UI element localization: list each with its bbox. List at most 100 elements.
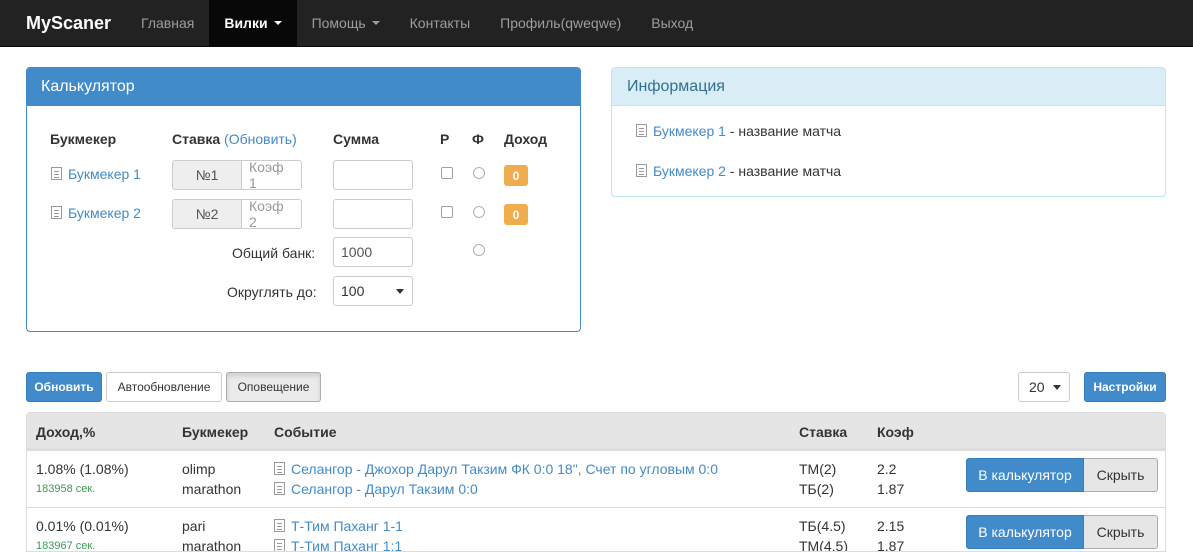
top-navbar: MyScaner Главная Вилки Помощь Контакты П… — [0, 0, 1193, 47]
round-select-value: 100 — [341, 283, 365, 299]
header-f: Ф — [472, 131, 484, 147]
info-item-1-text: - название матча — [725, 123, 842, 139]
to-calculator-button[interactable]: В калькулятор — [966, 515, 1084, 549]
event-link-1[interactable]: Селангор - Джохор Дарул Такзим ФК 0:0 18… — [291, 461, 718, 477]
bookmaker-1-link[interactable]: Букмекер 1 — [68, 166, 141, 182]
row-bookmaker-2: marathon — [182, 481, 242, 497]
col-stake[interactable]: Ставка — [799, 424, 847, 440]
chevron-down-icon — [396, 289, 404, 294]
brand-logo[interactable]: MyScaner — [0, 0, 126, 46]
stake-number-1: №1 — [172, 160, 242, 190]
total-bank-label: Общий банк: — [232, 245, 316, 261]
row-income: 0.01% (0.01%) — [36, 518, 129, 534]
sum-1-input[interactable] — [333, 160, 413, 190]
nav-help[interactable]: Помощь — [297, 0, 395, 46]
col-bookmaker[interactable]: Букмекер — [182, 424, 248, 440]
chevron-down-icon — [371, 21, 380, 25]
nav-logout[interactable]: Выход — [636, 0, 708, 46]
total-bank-input[interactable]: 1000 — [333, 237, 413, 267]
nav-help-label: Помощь — [311, 15, 366, 31]
nav-home[interactable]: Главная — [126, 0, 209, 46]
event-link-2[interactable]: Т-Тим Паханг 1:1 — [291, 538, 402, 551]
row-bookmaker-1: pari — [182, 518, 206, 534]
income-badge-2: 0 — [504, 204, 528, 225]
header-stake: Ставка (Обновить) — [172, 131, 297, 147]
nav-profile[interactable]: Профиль(qweqwe) — [485, 0, 636, 46]
document-icon — [636, 164, 647, 177]
col-event[interactable]: Событие — [274, 424, 337, 440]
income-badge-1: 0 — [504, 165, 528, 186]
page-size-value: 20 — [1029, 379, 1045, 395]
r-checkbox-2[interactable] — [441, 206, 453, 218]
hide-button[interactable]: Скрыть — [1084, 458, 1158, 492]
event-link-2[interactable]: Селангор - Дарул Такзим 0:0 — [291, 481, 478, 497]
coef-1-input[interactable]: Коэф 1 — [242, 159, 302, 191]
calc-row-2-bookmaker[interactable]: Букмекер 2 — [51, 205, 141, 221]
table-row: 1.08% (1.08%) 183958 сек. olimp marathon… — [27, 450, 1165, 507]
document-icon — [636, 124, 647, 137]
to-calculator-button[interactable]: В калькулятор — [966, 458, 1084, 492]
calc-row-1-bookmaker[interactable]: Букмекер 1 — [51, 166, 141, 182]
info-bookmaker-2-link[interactable]: Букмекер 2 — [653, 163, 726, 179]
row-stake-2: ТМ(4.5) — [799, 538, 848, 552]
header-income: Доход — [504, 131, 548, 147]
f-radio-bank[interactable] — [473, 244, 485, 256]
row-stake-1: ТМ(2) — [799, 461, 837, 477]
round-select[interactable]: 100 — [333, 276, 413, 306]
row-event-1[interactable]: Селангор - Джохор Дарул Такзим ФК 0:0 18… — [274, 461, 718, 477]
hide-button[interactable]: Скрыть — [1084, 515, 1158, 549]
nav-contacts[interactable]: Контакты — [395, 0, 485, 46]
document-icon — [274, 519, 285, 532]
header-r: Р — [440, 131, 450, 147]
info-item-1: Букмекер 1 - название матча — [636, 123, 841, 139]
info-bookmaker-1-link[interactable]: Букмекер 1 — [653, 123, 726, 139]
bookmaker-2-link[interactable]: Букмекер 2 — [68, 205, 141, 221]
document-icon — [51, 167, 62, 180]
document-icon — [51, 206, 62, 219]
row-stake-2: ТБ(2) — [799, 481, 834, 497]
row-seconds: 183958 сек. — [36, 483, 96, 495]
row-event-2[interactable]: Т-Тим Паханг 1:1 — [274, 538, 402, 551]
info-item-2: Букмекер 2 - название матча — [636, 163, 841, 179]
row-stake-1: ТБ(4.5) — [799, 518, 846, 534]
document-icon — [274, 482, 285, 495]
chevron-down-icon — [273, 21, 282, 25]
row-coef-2: 1.87 — [877, 538, 905, 552]
event-link-1[interactable]: Т-Тим Паханг 1-1 — [291, 518, 403, 534]
refresh-button[interactable]: Обновить — [26, 372, 102, 402]
info-title: Информация — [612, 68, 1165, 106]
chevron-down-icon — [1053, 385, 1061, 390]
row-income: 1.08% (1.08%) — [36, 461, 129, 477]
nav-forks[interactable]: Вилки — [209, 0, 297, 46]
forks-table: Доход,% Букмекер Событие Ставка Коэф 1.0… — [26, 412, 1166, 552]
header-bookmaker: Букмекер — [50, 131, 117, 147]
document-icon — [274, 539, 285, 551]
f-radio-1[interactable] — [473, 167, 485, 179]
sum-2-input[interactable] — [333, 199, 413, 229]
row-bookmaker-1: olimp — [182, 461, 216, 477]
page-size-select[interactable]: 20 — [1018, 372, 1070, 402]
header-stake-label: Ставка — [172, 131, 221, 147]
row-coef-1: 2.15 — [877, 518, 905, 534]
info-item-2-text: - название матча — [725, 163, 842, 179]
row-event-1[interactable]: Т-Тим Паханг 1-1 — [274, 518, 403, 534]
autorefresh-button[interactable]: Автообновление — [106, 372, 222, 402]
settings-button[interactable]: Настройки — [1084, 372, 1166, 402]
round-label: Округлять до: — [227, 284, 317, 300]
r-checkbox-1[interactable] — [441, 167, 453, 179]
row-bookmaker-2: marathon — [182, 538, 242, 552]
coef-2-input[interactable]: Коэф 2 — [242, 198, 302, 230]
info-panel: Информация Букмекер 1 - название матча Б… — [611, 67, 1166, 197]
col-income[interactable]: Доход,% — [36, 424, 95, 440]
refresh-stake-link[interactable]: (Обновить) — [224, 131, 297, 147]
row-coef-1: 2.2 — [877, 461, 897, 477]
col-coef[interactable]: Коэф — [877, 424, 914, 440]
table-row: 0.01% (0.01%) 183967 сек. pari marathon … — [27, 507, 1165, 552]
nav-contacts-label: Контакты — [409, 15, 471, 31]
notify-button[interactable]: Оповещение — [226, 372, 321, 402]
calculator-title: Калькулятор — [27, 68, 580, 106]
row-event-2[interactable]: Селангор - Дарул Такзим 0:0 — [274, 481, 478, 497]
table-header: Доход,% Букмекер Событие Ставка Коэф — [27, 413, 1165, 450]
nav-profile-label: Профиль(qweqwe) — [500, 15, 622, 31]
f-radio-2[interactable] — [473, 206, 485, 218]
